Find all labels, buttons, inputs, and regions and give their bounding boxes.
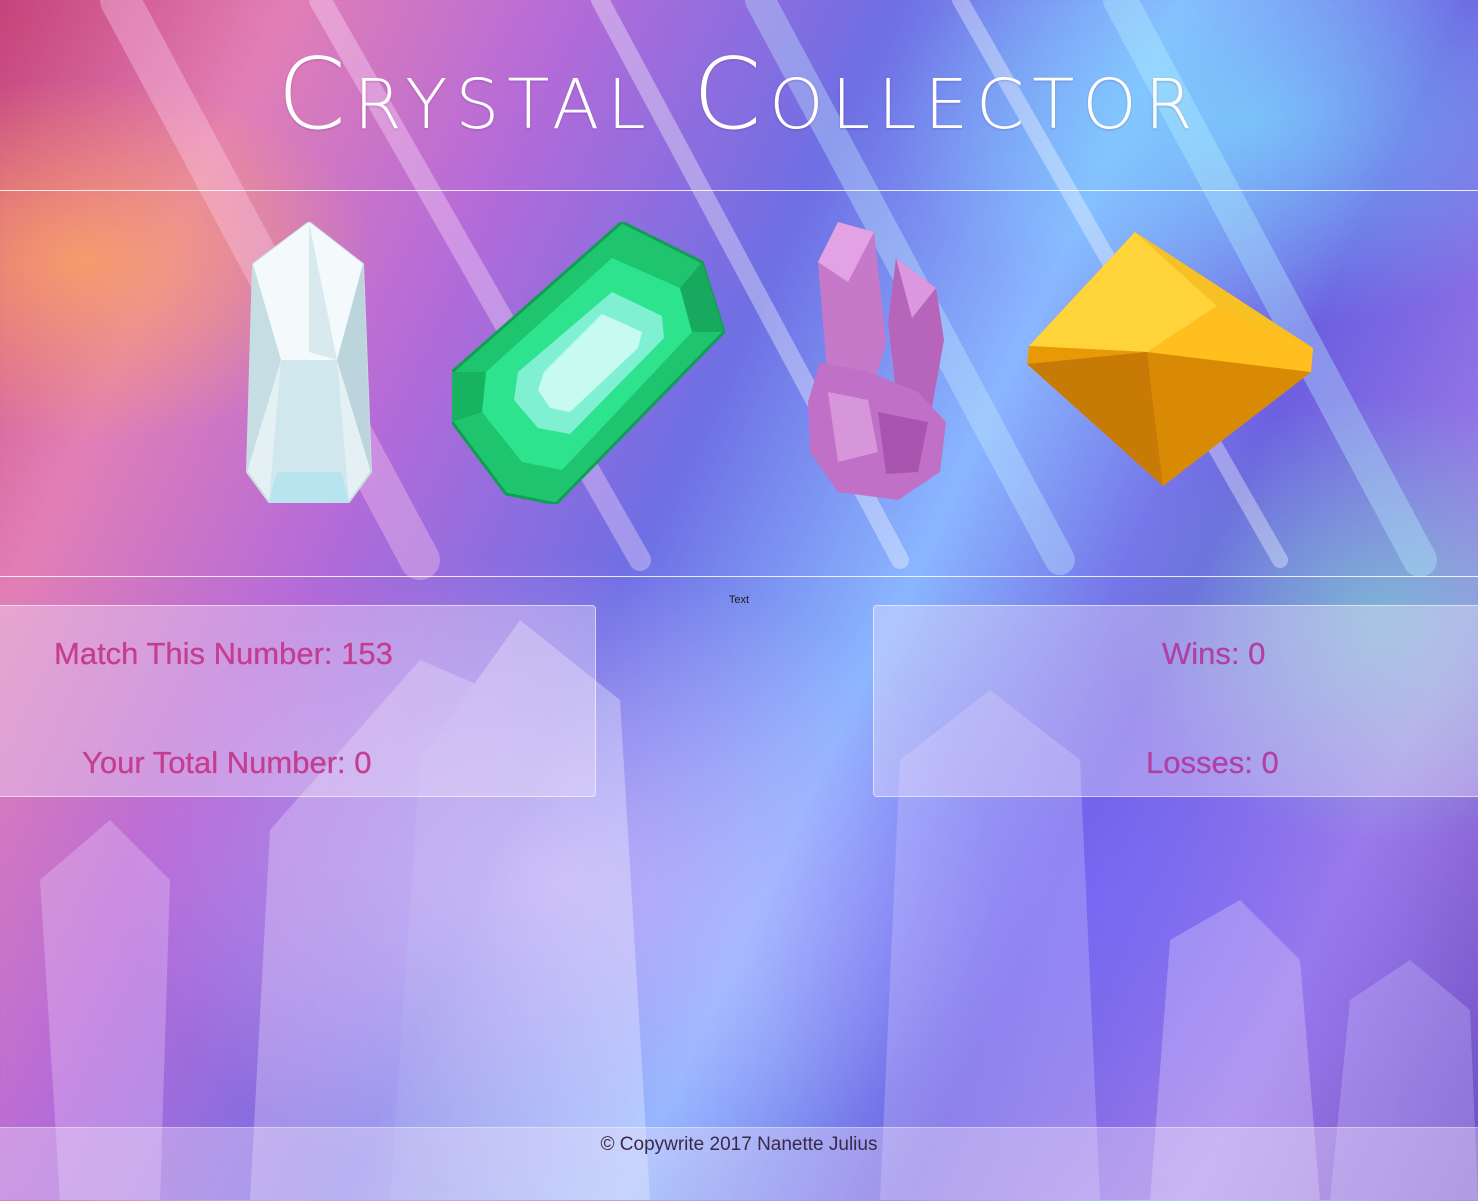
crystal-yellow-button[interactable] <box>1027 232 1313 488</box>
pink-crystal-icon <box>808 222 946 500</box>
wins-count: Wins: 0 <box>1162 636 1266 671</box>
middle-divider <box>0 576 1478 577</box>
clear-crystal-icon <box>245 222 373 503</box>
copyright-text: © Copywrite 2017 Nanette Julius <box>600 1134 878 1155</box>
crystal-clear-button[interactable] <box>245 222 373 504</box>
total-number: Your Total Number: 0 <box>82 745 372 780</box>
losses-count: Losses: 0 <box>1146 745 1279 780</box>
footer: © Copywrite 2017 Nanette Julius <box>0 1127 1478 1201</box>
crystal-green-button[interactable] <box>452 222 726 504</box>
top-divider <box>0 190 1478 191</box>
target-number: Match This Number: 153 <box>54 636 393 671</box>
yellow-crystal-icon <box>1027 232 1313 486</box>
page-title: Crystal Collector <box>277 38 1201 152</box>
crystal-pink-button[interactable] <box>808 222 948 502</box>
green-crystal-icon <box>452 222 726 504</box>
